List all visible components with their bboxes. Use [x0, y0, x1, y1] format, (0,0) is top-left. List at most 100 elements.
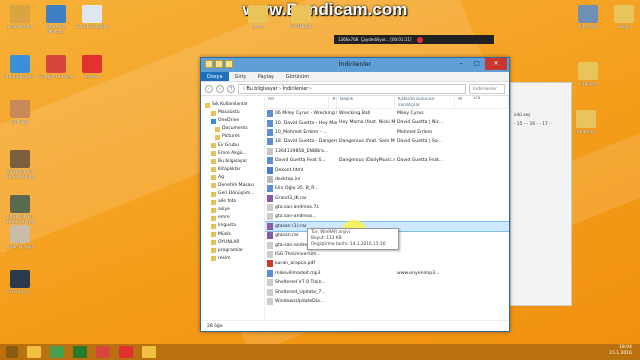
column-artists[interactable]: Katkıda bulunan sanatçılar: [395, 97, 455, 108]
desktop-icon[interactable]: Bu bilgisayar: [2, 55, 38, 80]
file-name-cell: 10_Mehmet Erdem - ...: [265, 128, 337, 137]
desktop-icon-lingusta[interactable]: lingusta: [570, 62, 606, 87]
file-row[interactable]: 1364119858_ENBBra...: [265, 147, 509, 156]
folder-icon[interactable]: [205, 60, 213, 68]
desktop-icon-emre[interactable]: emre: [240, 5, 276, 30]
file-row[interactable]: Elin Oğlu 35. B_R...: [265, 184, 509, 193]
nav-item[interactable]: Bu bilgisayar: [201, 158, 264, 166]
forward-arrow-icon[interactable]: ›: [216, 84, 224, 93]
taskbar-app-calculator[interactable]: [50, 346, 64, 358]
nav-item[interactable]: OneDrive: [201, 117, 264, 125]
nav-item[interactable]: OYUNLAR: [201, 239, 264, 247]
file-row[interactable]: 10_Mehmet Erdem - ... Mehmet Erdem: [265, 128, 509, 137]
nav-item[interactable]: programlar: [201, 247, 264, 255]
tab-gorunum[interactable]: Görünüm: [280, 72, 315, 81]
nav-item[interactable]: Emre Akgü...: [201, 150, 264, 158]
nav-item[interactable]: aile foto: [201, 198, 264, 206]
nav-item[interactable]: resim: [201, 255, 264, 263]
file-row[interactable]: mikevillmadeit.mp3 www.enyenimp3...: [265, 269, 509, 278]
column-number[interactable]: #: [329, 97, 337, 108]
file-row[interactable]: 06 Miley Cyrus - Wrecking BallWrecking B…: [265, 109, 509, 118]
nav-item[interactable]: Ağ: [201, 174, 264, 182]
file-title-cell: [337, 297, 395, 306]
desktop-icon[interactable]: ATG-türk...: [2, 270, 38, 295]
taskbar-app-chrome[interactable]: [96, 346, 110, 358]
desktop-icon[interactable]: indir.jpg: [2, 100, 38, 125]
record-icon[interactable]: [416, 37, 423, 43]
file-album-cell: [455, 184, 509, 193]
folder-icon: [211, 240, 216, 246]
desktop-icon-label: programlar: [7, 25, 33, 30]
file-name-cell: desktop.ini: [265, 175, 337, 184]
file-album-cell: [455, 118, 509, 127]
desktop-icon-label: ATG-türk...: [8, 290, 32, 295]
column-album[interactable]: Al: [455, 97, 509, 108]
file-row[interactable]: IGG-TheUniversim...: [265, 250, 509, 259]
start-button[interactable]: [6, 346, 18, 358]
nav-item-label: emre: [218, 215, 230, 221]
desktop-icon-asiye[interactable]: asiye: [606, 5, 640, 30]
desktop-icon[interactable]: Google Chrome: [38, 55, 74, 80]
desktop-icon-oyunlar[interactable]: OYUNLAR: [283, 5, 319, 30]
file-icon: [267, 128, 273, 136]
desktop-icon-aile-foto[interactable]: aile foto: [570, 5, 606, 30]
file-row[interactable]: Grand3_IK.rar: [265, 194, 509, 203]
search-input[interactable]: İndirilenler ara: [469, 83, 505, 101]
nav-item[interactable]: Kitaplıklar: [201, 166, 264, 174]
desktop-icon-belgeler[interactable]: Belgeler: [568, 110, 604, 135]
tab-giris[interactable]: Giriş: [229, 72, 252, 81]
close-button[interactable]: ✕: [485, 58, 507, 70]
desktop-icon[interactable]: 2016-01-14 18.30.20.jpg: [2, 195, 38, 225]
taskbar-app-explorer-active[interactable]: [142, 346, 156, 358]
desktop-icon[interactable]: Denetim Masası: [38, 5, 74, 35]
nav-item[interactable]: Geri Dönüşüm...: [201, 190, 264, 198]
nav-item[interactable]: Documents: [201, 125, 264, 133]
system-clock[interactable]: 18:04 15.1.2016: [609, 345, 632, 357]
nav-item[interactable]: Denetim Masası: [201, 182, 264, 190]
desktop-icon[interactable]: Yandex: [74, 55, 110, 80]
tab-dosya[interactable]: Dosya: [201, 72, 229, 81]
nav-item-label: Documents: [222, 126, 248, 132]
maximize-button[interactable]: □: [469, 58, 485, 70]
desktop-icon[interactable]: Geri Dönüşüm: [74, 5, 110, 30]
minimize-button[interactable]: –: [453, 58, 469, 70]
nav-item[interactable]: Müzik: [201, 231, 264, 239]
taskbar-app-store[interactable]: [73, 346, 87, 358]
file-row[interactable]: WindowsUpdateDia...: [265, 297, 509, 306]
file-row[interactable]: 18. David Guetta - Dangerous Dangerous (f…: [265, 137, 509, 146]
file-row[interactable]: Sheltered V7.0 Train...: [265, 278, 509, 287]
column-title[interactable]: Başlık: [337, 97, 395, 108]
file-row[interactable]: David Guetta Feat S... Dangerous (DailyMu…: [265, 156, 509, 165]
nav-item[interactable]: Sık Kullanılanlar: [201, 101, 264, 109]
nav-item[interactable]: emre: [201, 214, 264, 222]
file-row[interactable]: gta.san-andreas...: [265, 212, 509, 221]
file-row[interactable]: kuran_arapca.pdf: [265, 259, 509, 268]
file-row[interactable]: Dekont.html: [265, 165, 509, 174]
file-title-cell: [337, 128, 395, 137]
file-row[interactable]: Sheltered_Update_7...: [265, 287, 509, 296]
file-title-cell: Dangerous (feat. Sam Martin): [339, 139, 395, 145]
column-name[interactable]: Ad: [265, 97, 329, 108]
nav-item[interactable]: Ev Grubu: [201, 141, 264, 149]
window-titlebar[interactable]: İndirilenler – □ ✕: [201, 58, 509, 72]
taskbar-app-yandex[interactable]: [119, 346, 133, 358]
desktop-icon[interactable]: 2016-01-14 18.30.20.jpg: [2, 150, 38, 180]
file-artist-cell: David Guetta | Nic...: [397, 120, 444, 126]
file-row[interactable]: gta.san.andreas.7z: [265, 203, 509, 212]
taskbar-app-explorer[interactable]: [27, 346, 41, 358]
desktop-icon[interactable]: programlar: [2, 5, 38, 30]
address-bar[interactable]: › Bu bilgisayar › İndirilenler ›: [238, 83, 466, 94]
up-arrow-icon[interactable]: ↑: [227, 84, 235, 93]
tab-paylas[interactable]: Paylaş: [252, 72, 280, 81]
new-folder-icon[interactable]: [225, 60, 233, 68]
nav-item[interactable]: Masaüstü: [201, 109, 264, 117]
file-row[interactable]: desktop.ini: [265, 175, 509, 184]
nav-item[interactable]: lingusta: [201, 222, 264, 230]
back-arrow-icon[interactable]: ‹: [205, 84, 213, 93]
file-row[interactable]: 10. David Guetta - Hey Mama Hey Mama (fea…: [265, 118, 509, 127]
properties-icon[interactable]: [215, 60, 223, 68]
nav-item[interactable]: asiye: [201, 206, 264, 214]
desktop-icon[interactable]: indir (1).jpg: [2, 225, 38, 250]
recorder-resolution: 1366x768: [338, 37, 359, 42]
nav-item[interactable]: Pictures: [201, 133, 264, 141]
